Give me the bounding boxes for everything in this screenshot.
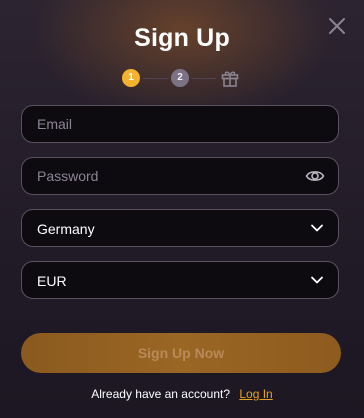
sign-up-button[interactable]: Sign Up Now [21,333,341,373]
currency-value: EUR [37,273,67,289]
step-1: 1 [122,69,140,87]
chevron-down-icon [311,276,323,284]
chevron-down-icon [311,224,323,232]
password-field[interactable] [21,157,339,195]
login-prompt-text: Already have an account? [91,387,231,401]
country-value: Germany [37,221,95,237]
country-select[interactable]: Germany [21,209,339,247]
dialog-title: Sign Up [134,24,230,52]
currency-select[interactable]: EUR [21,261,339,299]
step-indicator: 1 2 [121,68,243,90]
login-link[interactable]: Log In [239,387,272,401]
signup-dialog: Sign Up 1 2 Germany EUR Sign U [0,0,364,418]
step-connector [143,78,168,79]
eye-icon[interactable] [305,167,325,185]
gift-icon [221,71,239,87]
password-input[interactable] [22,158,297,194]
login-prompt: Already have an account? Log In [0,387,364,401]
step-connector [192,78,216,79]
step-2: 2 [171,69,189,87]
email-input[interactable] [22,106,297,142]
email-field[interactable] [21,105,339,143]
